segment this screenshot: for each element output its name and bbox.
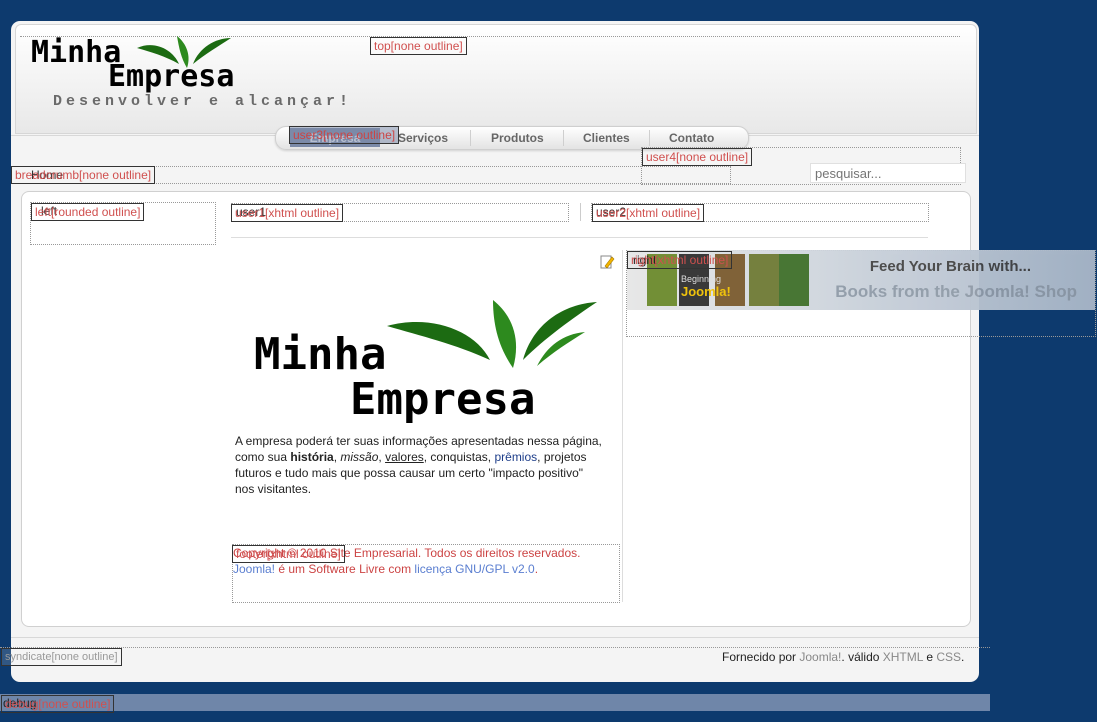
user2-position-label: user2[xhtml outline] bbox=[592, 204, 705, 222]
right-position-label: right[xhtml outline] bbox=[627, 251, 733, 269]
debug-position-outline bbox=[0, 694, 990, 711]
menu-item-contato[interactable]: Contato bbox=[669, 131, 714, 145]
joomla-link[interactable]: Joomla! bbox=[799, 650, 841, 664]
article-logo-leaves-icon bbox=[387, 300, 597, 368]
menu-separator bbox=[649, 130, 650, 146]
breadcrumb-position-label: breadcrumb[none outline] bbox=[11, 166, 156, 184]
user4-position-label: user4[none outline] bbox=[642, 148, 753, 166]
top-position-label: top[none outline] bbox=[370, 37, 467, 55]
syndicate-position-label: syndicate[none outline] bbox=[1, 648, 122, 666]
menu-item-produtos[interactable]: Produtos bbox=[491, 131, 544, 145]
banner-line2: Books from the Joomla! Shop bbox=[835, 282, 1077, 301]
footer-license-link[interactable]: licença GNU/GPL v2.0 bbox=[414, 562, 534, 576]
user-divider bbox=[580, 203, 581, 221]
user1-position-label: user1[xhtml outline] bbox=[231, 204, 344, 222]
syndicate-position-outline bbox=[0, 647, 990, 648]
premios-link[interactable]: prêmios bbox=[494, 450, 537, 464]
menu-item-servicos[interactable]: Serviços bbox=[398, 131, 448, 145]
menu-separator bbox=[470, 130, 471, 146]
article-logo-line1: Minha bbox=[254, 329, 387, 380]
footer-divider bbox=[11, 637, 979, 638]
logo-leaves-icon bbox=[137, 36, 231, 68]
css-link[interactable]: CSS bbox=[936, 650, 961, 664]
debug-position-label: debug[none outline] bbox=[1, 695, 115, 713]
missao-text: missão bbox=[340, 450, 379, 464]
footer-joomla-link[interactable]: Joomla! bbox=[233, 562, 275, 576]
left-position-label: left[rounded outline] bbox=[31, 203, 145, 221]
valores-text: valores bbox=[385, 450, 424, 464]
search-input[interactable] bbox=[810, 163, 966, 183]
historia-text: história bbox=[290, 450, 334, 464]
menu-separator bbox=[563, 130, 564, 146]
content-divider bbox=[231, 237, 928, 238]
article-body: A empresa poderá ter suas informações ap… bbox=[235, 434, 602, 496]
powered-by: Fornecido por Joomla!. válido XHTML e CS… bbox=[722, 650, 965, 664]
footer-position-label: footer[xhtml outline] bbox=[232, 545, 345, 563]
user3-position-label: user3[none outline] bbox=[289, 126, 400, 144]
menu-item-clientes[interactable]: Clientes bbox=[583, 131, 630, 145]
site-slogan: Desenvolver e alcançar! bbox=[53, 93, 353, 110]
edit-icon[interactable] bbox=[599, 254, 615, 270]
article-logo-line2: Empresa bbox=[350, 374, 536, 425]
column-divider bbox=[622, 250, 623, 602]
xhtml-link[interactable]: XHTML bbox=[883, 650, 923, 664]
